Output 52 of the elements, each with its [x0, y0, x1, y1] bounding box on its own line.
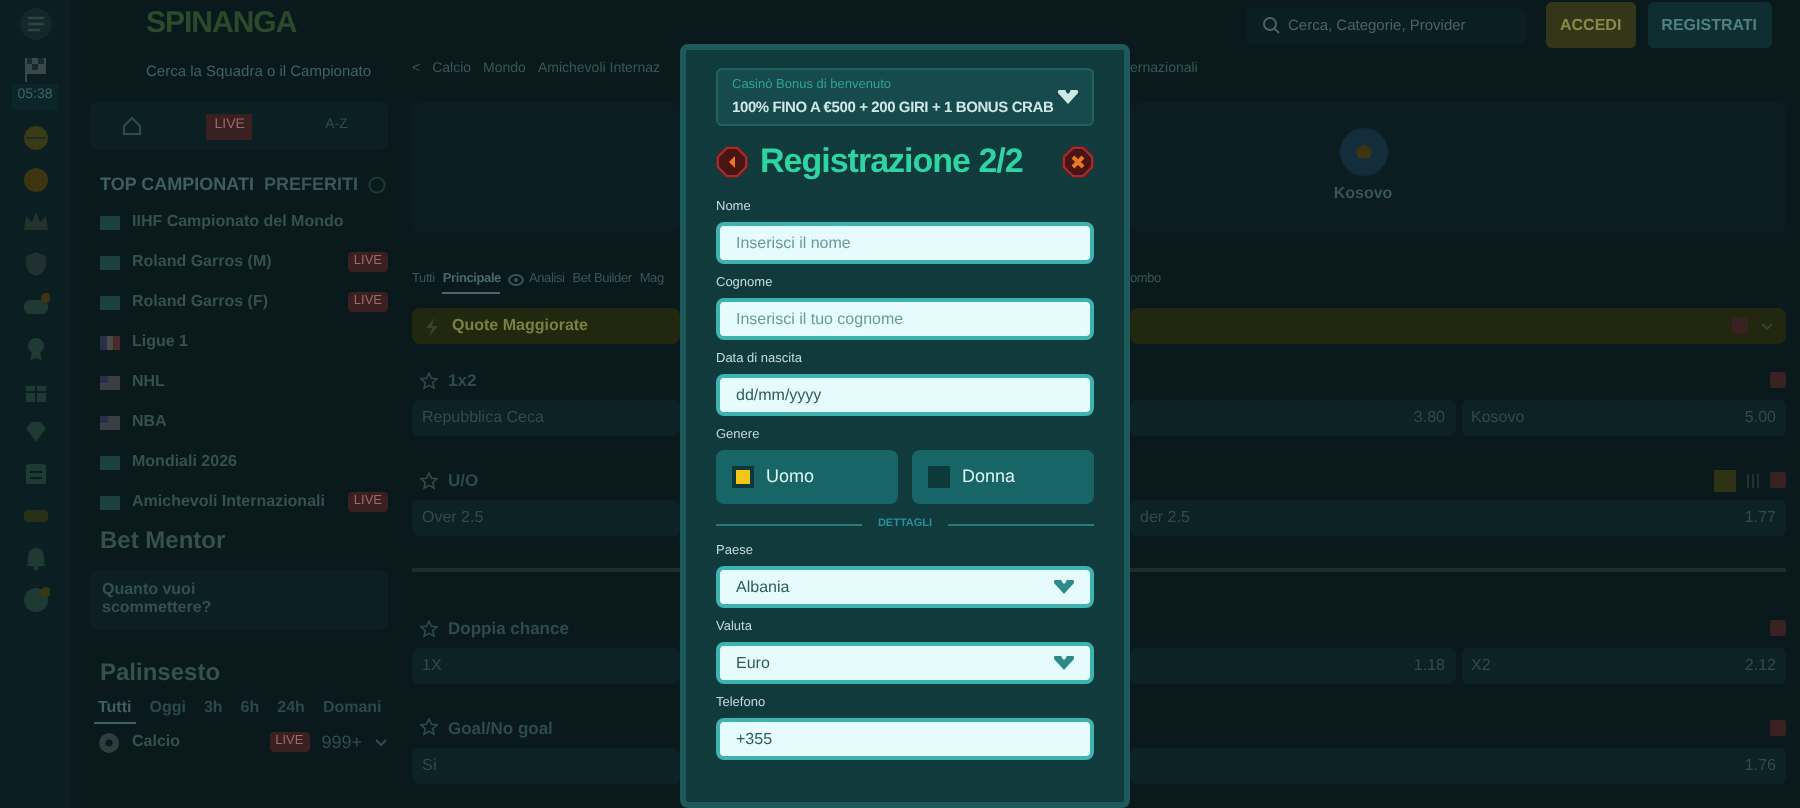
- boost-bar[interactable]: Quote Maggiorate: [412, 308, 680, 345]
- back-icon[interactable]: [716, 146, 748, 178]
- login-button[interactable]: ACCEDI: [1546, 2, 1636, 49]
- ball-icon[interactable]: [21, 123, 49, 151]
- boost-bar[interactable]: [1130, 308, 1786, 345]
- menu-icon[interactable]: [19, 8, 51, 40]
- chevron-icon[interactable]: [1058, 89, 1078, 105]
- bolt-icon: [424, 317, 440, 336]
- gender-option[interactable]: Donna: [912, 450, 1094, 504]
- bell-icon[interactable]: [21, 543, 49, 571]
- section-title: TOP CAMPIONATI: [100, 171, 255, 197]
- eye-icon: [508, 274, 525, 287]
- close-icon[interactable]: [1062, 146, 1094, 178]
- info-icon[interactable]: [368, 175, 387, 194]
- gender-option[interactable]: Uomo: [716, 450, 898, 504]
- input-field[interactable]: Inserisci il nome: [716, 222, 1094, 264]
- select-field[interactable]: Albania: [716, 566, 1094, 609]
- star-icon[interactable]: [420, 471, 438, 490]
- chevron-icon: [1054, 580, 1074, 595]
- dialog-title: Registrazione 2/2: [760, 140, 1025, 185]
- ball-icon: [98, 731, 120, 754]
- stat-icon[interactable]: [1770, 472, 1786, 489]
- filter-tab[interactable]: Tutti: [94, 693, 136, 724]
- radio-box[interactable]: [928, 466, 950, 488]
- crown-icon[interactable]: [21, 207, 49, 235]
- flag-icon[interactable]: [21, 54, 49, 82]
- input-field[interactable]: Inserisci il tuo cognome: [716, 298, 1094, 340]
- coin-icon[interactable]: [21, 165, 49, 193]
- boost-label: Quote Maggiorate: [452, 314, 589, 339]
- stat-icon[interactable]: [1732, 318, 1748, 335]
- favorites-tab[interactable]: PREFERITI: [264, 171, 359, 198]
- search-icon: [1262, 16, 1280, 35]
- star-icon[interactable]: [420, 718, 438, 737]
- stat-icon[interactable]: [1770, 372, 1786, 389]
- home-icon[interactable]: [122, 116, 143, 137]
- input-field[interactable]: +355: [716, 718, 1094, 761]
- builder-icon[interactable]: [1714, 469, 1736, 492]
- card-icon[interactable]: [21, 459, 49, 487]
- star-icon[interactable]: [420, 619, 438, 638]
- chevron-icon: [1054, 656, 1074, 671]
- team-logo-icon: [1339, 128, 1387, 177]
- gamepad-icon[interactable]: [21, 291, 49, 319]
- bars-icon[interactable]: [1746, 473, 1760, 488]
- stat-icon[interactable]: [1770, 620, 1786, 637]
- diamond-icon[interactable]: [21, 417, 49, 445]
- radio-box[interactable]: [732, 466, 754, 488]
- stat-icon[interactable]: [1770, 719, 1786, 736]
- ball-icon[interactable]: [21, 585, 49, 613]
- register-button[interactable]: REGISTRATI: [1647, 2, 1772, 49]
- input-field[interactable]: dd/mm/yyyy: [716, 374, 1094, 416]
- star-icon[interactable]: [420, 371, 438, 390]
- select-field[interactable]: Euro: [716, 642, 1094, 685]
